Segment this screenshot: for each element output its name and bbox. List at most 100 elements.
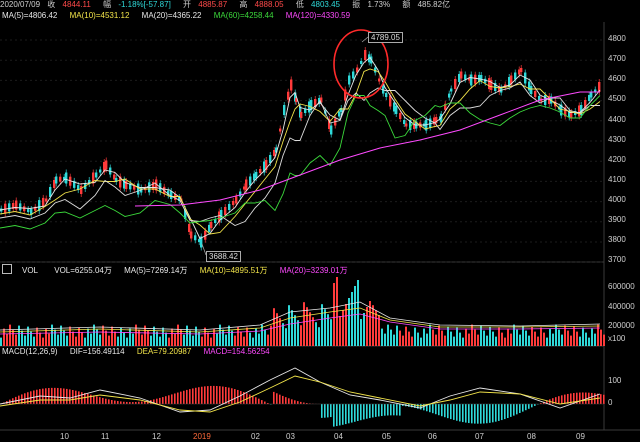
volume-bar — [231, 330, 233, 346]
volume-bar — [528, 335, 530, 346]
volume-bar — [18, 325, 20, 346]
volume-bar — [501, 332, 503, 346]
volume-bar — [60, 325, 62, 346]
macd-bar — [456, 404, 458, 421]
macd-bar — [159, 397, 161, 404]
macd-bar — [516, 404, 518, 415]
volume-bar — [387, 324, 389, 346]
price-tick: 4300 — [608, 135, 626, 144]
volume-bar — [12, 329, 14, 346]
macd-bar — [360, 404, 362, 421]
volume-bar — [24, 335, 26, 346]
volume-bar — [360, 319, 362, 346]
macd-bar — [186, 389, 188, 404]
kline-chart[interactable] — [0, 0, 640, 442]
low-callout: 3688.42 — [206, 251, 241, 262]
macd-bar — [126, 401, 128, 404]
volume-bar — [90, 333, 92, 346]
volume-bar — [51, 324, 53, 346]
macd-bar — [213, 385, 215, 404]
macd-bar — [225, 386, 227, 404]
macd-bar — [435, 404, 437, 415]
volume-bar — [444, 335, 446, 346]
macd-bar — [168, 395, 170, 404]
macd-bar — [123, 401, 125, 404]
volume-bar — [516, 329, 518, 346]
volume-bar — [456, 327, 458, 346]
macd-bar — [384, 404, 386, 416]
macd-bar — [564, 394, 566, 404]
macd-bar — [135, 401, 137, 404]
macd-bar — [48, 388, 50, 404]
macd-bar — [63, 388, 65, 404]
macd-bar — [273, 391, 275, 404]
macd-bar — [429, 404, 431, 413]
volume-bar — [258, 333, 260, 346]
volume-bar — [117, 336, 119, 346]
volume-bar — [159, 336, 161, 346]
macd-bar — [381, 404, 383, 417]
volume-axis: 600000 400000 200000 x100 — [606, 276, 640, 346]
volume-bar — [600, 329, 602, 346]
volume-bar — [165, 332, 167, 346]
date-tick: 03 — [286, 432, 295, 441]
macd-bar — [369, 404, 371, 419]
macd-bar — [366, 404, 368, 419]
macd-bar — [528, 404, 530, 409]
macd-name: MACD(12,26,9) — [2, 347, 58, 356]
panel-toggle-icon[interactable] — [2, 264, 12, 274]
date-tick: 07 — [475, 432, 484, 441]
macd-bar — [351, 404, 353, 423]
macd-legend: MACD(12,26,9) DIF=156.49114 DEA=79.20987… — [2, 347, 280, 357]
macd-bar — [507, 404, 509, 419]
macd-bar — [486, 404, 488, 424]
macd-bar — [354, 404, 356, 422]
macd-bar — [591, 392, 593, 404]
macd-axis: 100 0 — [606, 358, 640, 428]
macd-bar — [291, 399, 293, 404]
price-tick: 4800 — [608, 34, 626, 43]
volume-bar — [333, 283, 335, 346]
macd-bar — [249, 394, 251, 404]
volume-bar — [546, 337, 548, 346]
volume-bar — [138, 329, 140, 346]
volume-bar — [192, 335, 194, 346]
macd-bar — [264, 401, 266, 404]
volume-bar — [573, 326, 575, 346]
volume-bar — [189, 330, 191, 346]
macd-tick: 100 — [608, 376, 622, 385]
volume-bar — [294, 315, 296, 346]
volume-bar — [252, 337, 254, 346]
macd-bar — [192, 388, 194, 404]
macd-bar — [372, 404, 374, 418]
macd-bar — [390, 404, 392, 416]
macd-bar — [492, 404, 494, 423]
price-tick: 4000 — [608, 195, 626, 204]
volume-bar — [15, 334, 17, 346]
volume-bar — [39, 332, 41, 346]
volume-bar — [123, 332, 125, 346]
volume-bar — [66, 335, 68, 346]
volume-bar — [219, 324, 221, 346]
macd-bar — [93, 395, 95, 404]
volume-bar — [411, 336, 413, 346]
volume-bar — [414, 327, 416, 346]
macd-bar — [558, 396, 560, 404]
volume-bar — [396, 325, 398, 346]
macd-bar — [327, 404, 329, 418]
macd-bar — [222, 386, 224, 404]
volume-bar — [186, 325, 188, 346]
date-tick: 09 — [576, 432, 585, 441]
volume-tick: 200000 — [608, 321, 635, 330]
macd-bar — [180, 391, 182, 404]
macd-bar — [519, 404, 521, 414]
volume-bar — [3, 328, 5, 346]
ma120-line — [134, 91, 600, 207]
date-tick: 12 — [152, 432, 161, 441]
date-axis: 10 11 12 2019 02 03 04 05 06 07 08 09 — [0, 430, 604, 442]
macd-bar — [333, 404, 335, 427]
volume-bar — [594, 333, 596, 346]
macd-bar — [453, 404, 455, 420]
volume-bar — [348, 298, 350, 346]
volume-bar — [420, 337, 422, 346]
